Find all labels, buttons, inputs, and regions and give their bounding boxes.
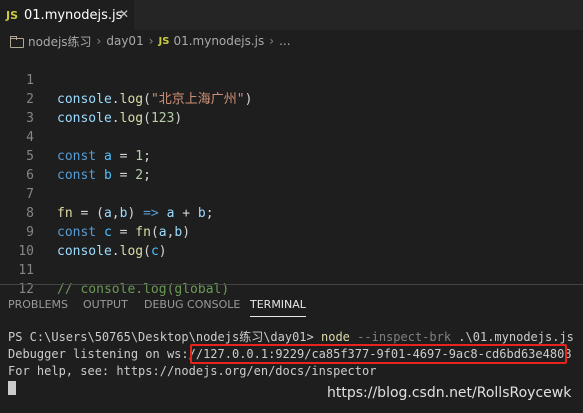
code-line: 11 // console.log(global): [0, 242, 583, 297]
chevron-right-icon: ›: [96, 34, 102, 48]
code-line: 9 console.log(c): [0, 204, 583, 259]
breadcrumb-item-day01[interactable]: day01: [106, 34, 143, 48]
tab-debug-console[interactable]: DEBUG CONSOLE: [144, 298, 240, 318]
file-tab[interactable]: JS 01.mynodejs.js ✕: [0, 0, 134, 30]
tab-terminal[interactable]: TERMINAL: [250, 298, 306, 318]
file-tab-label: 01.mynodejs.js: [24, 7, 123, 23]
terminal-command-line: PS C:\Users\50765\Desktop\nodejs练习\day01…: [8, 330, 574, 344]
breadcrumb-item-file[interactable]: 01.mynodejs.js: [173, 34, 264, 48]
terminal-help-line: For help, see: https://nodejs.org/en/doc…: [8, 364, 377, 378]
chevron-right-icon: ›: [148, 34, 154, 48]
code-line: 2 console.log(123): [0, 71, 583, 126]
code-line: 7 fn = (a,b) => a + b;: [0, 166, 583, 221]
js-file-icon: JS: [158, 35, 170, 47]
folder-icon: [10, 36, 24, 48]
code-editor[interactable]: 1 console.log("北京上海广州") 2 console.log(12…: [0, 52, 583, 297]
code-line: 5 const b = 2;: [0, 128, 583, 183]
tab-problems[interactable]: PROBLEMS: [8, 298, 68, 318]
breadcrumb-item-more[interactable]: ...: [279, 34, 290, 48]
watermark: https://blog.csdn.net/RollsRoycewk: [327, 385, 572, 401]
chevron-right-icon: ›: [269, 34, 275, 48]
code-line: 6: [0, 147, 583, 183]
tab-output[interactable]: OUTPUT: [83, 298, 128, 318]
code-line: 8 const c = fn(a,b): [0, 185, 583, 240]
breadcrumb: nodejs练习 › day01 › JS 01.mynodejs.js › .…: [0, 30, 583, 52]
code-line: 4 const a = 1;: [0, 109, 583, 164]
url-highlight-box: [190, 344, 567, 364]
code-line: 3: [0, 90, 583, 126]
code-line: 12: [0, 261, 583, 297]
close-icon[interactable]: ✕: [116, 6, 132, 22]
terminal-cursor: [8, 381, 16, 395]
code-line: 10: [0, 223, 583, 259]
code-line: 1 console.log("北京上海广州"): [0, 52, 583, 107]
editor-tab-bar: JS 01.mynodejs.js ✕: [0, 0, 583, 30]
js-file-icon: JS: [6, 8, 19, 22]
panel-tab-bar: PROBLEMS OUTPUT DEBUG CONSOLE TERMINAL: [0, 285, 583, 323]
breadcrumb-item-folder[interactable]: nodejs练习: [28, 33, 92, 50]
